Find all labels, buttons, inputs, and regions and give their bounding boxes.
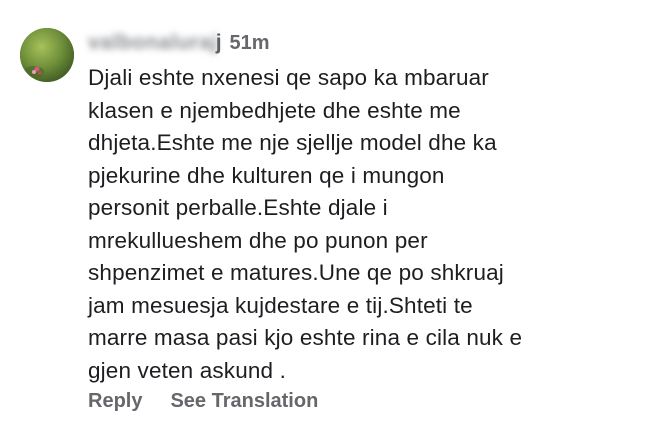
comment-text-line: personit perballe.Eshte djale i xyxy=(88,195,388,220)
comment-text-line: marre masa pasi kjo eshte rina e cila nu… xyxy=(88,325,523,350)
author-name-blurred[interactable]: valbonaluraj xyxy=(88,31,218,55)
comment-text-line: mrekullueshem dhe po punon per xyxy=(88,227,428,253)
comment-text-line: shpenzimet e matures.Une qe po shkruaj xyxy=(88,260,504,285)
comment-text-line: jam mesuesja kujdestare e tij.Shteti te xyxy=(88,292,473,318)
see-translation-button[interactable]: See Translation xyxy=(170,390,318,413)
comment-header: valbonaluraj j 51m xyxy=(88,28,270,58)
comment: valbonaluraj j 51m Djali eshte nxenesi q… xyxy=(0,0,663,439)
avatar-image xyxy=(20,28,74,82)
comment-text-line: pjekurine dhe kulturen qe i mungon xyxy=(88,162,445,188)
comment-timestamp[interactable]: 51m xyxy=(230,32,270,55)
comment-text-line: dhjeta.Eshte me nje sjellje model dhe ka xyxy=(88,130,497,155)
comment-text: Djali eshte nxenesi qe sapo ka mbaruar k… xyxy=(88,62,648,387)
comment-actions: Reply See Translation xyxy=(88,390,318,413)
comment-text-line: klasen e njembedhjete dhe eshte me xyxy=(88,97,461,123)
comment-text-line: gjen veten askund . xyxy=(88,357,286,383)
avatar[interactable] xyxy=(20,28,74,82)
reply-button[interactable]: Reply xyxy=(88,390,142,413)
comment-text-line: Djali eshte nxenesi qe sapo ka mbaruar xyxy=(88,65,489,90)
